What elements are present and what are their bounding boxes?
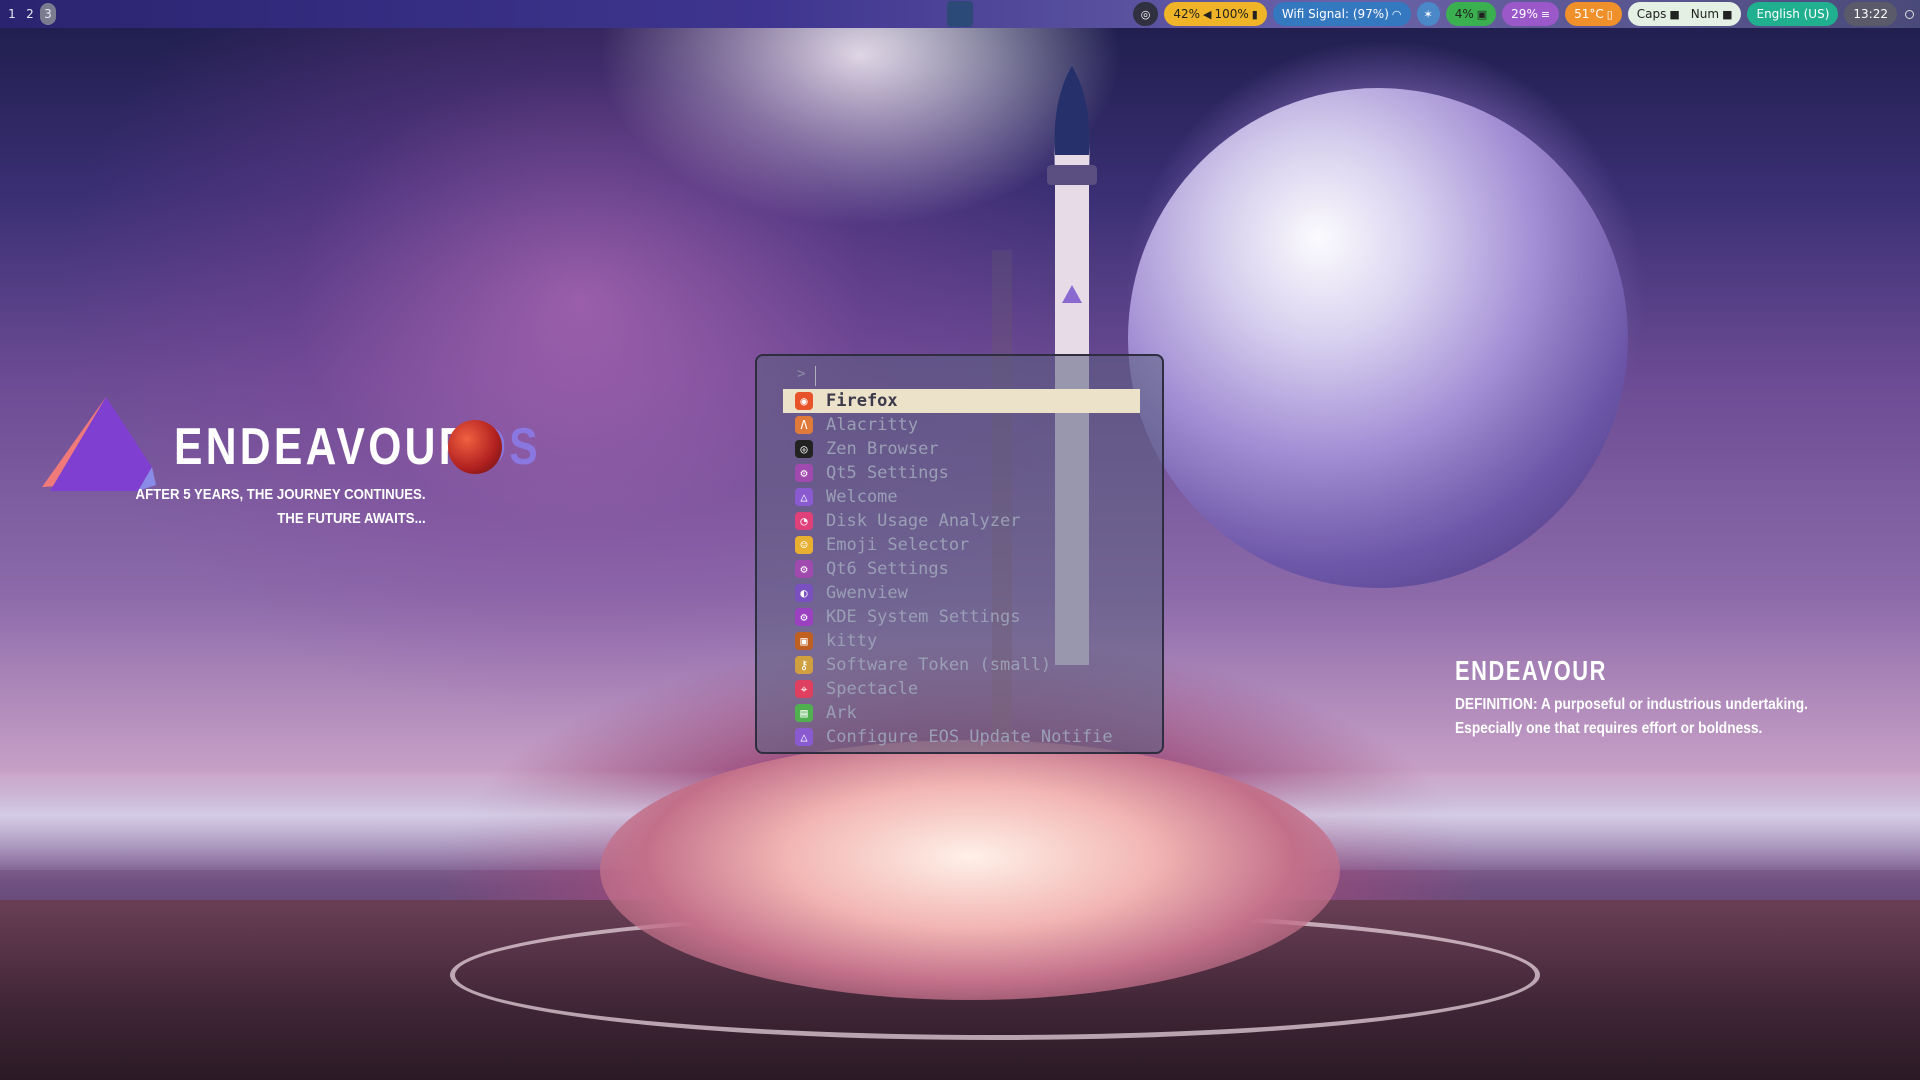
launcher-entry-label: Spectacle (826, 679, 919, 699)
volume-value: 42% (1173, 7, 1200, 21)
key-icon: ⚷ (795, 656, 813, 674)
launcher-entry[interactable]: △ Configure EOS Update Notifie (783, 725, 1140, 749)
temperature-value: 51°C (1574, 7, 1604, 21)
launcher-entry-label: kitty (826, 631, 878, 651)
launcher-entry-label: Software Token (small) (826, 655, 1052, 675)
mic-value: 100% (1214, 7, 1249, 21)
wifi-icon: ◠ (1391, 7, 1402, 21)
endeavouros-logo-icon (42, 397, 156, 491)
launcher-entry[interactable]: △ Welcome (783, 485, 1140, 509)
workspace-2-button[interactable]: 2 (22, 3, 38, 25)
idle-inhibitor-button[interactable]: ◎ (1132, 2, 1159, 26)
launcher-search-input[interactable] (815, 366, 816, 386)
num-label: Num (1690, 7, 1720, 21)
clock-value: 13:22 (1853, 7, 1888, 21)
bluetooth-module[interactable]: ✶ (1416, 2, 1440, 26)
definition-line-2: Especially one that requires effort or b… (1455, 720, 1763, 737)
red-moon (448, 420, 502, 474)
definition-line-1: DEFINITION: A purposeful or industrious … (1455, 696, 1808, 713)
keyboard-state-module[interactable]: Caps ■ Num ■ (1627, 2, 1742, 26)
launcher-entry[interactable]: ☺ Emoji Selector (783, 533, 1140, 557)
endeavouros-icon: △ (795, 728, 813, 746)
language-value: English (US) (1756, 7, 1830, 21)
launcher-entry[interactable]: ⌖ Spectacle (783, 677, 1140, 701)
wifi-value: Wifi Signal: (97%) (1281, 7, 1389, 21)
launcher-entry[interactable]: Λ Alacritty (783, 413, 1140, 437)
launcher-entry-label: Firefox (826, 391, 898, 411)
clock-module[interactable]: 13:22 (1844, 2, 1897, 26)
endeavouros-icon: △ (795, 488, 813, 506)
planet-image (1128, 88, 1628, 588)
zen-browser-icon: ◎ (795, 440, 813, 458)
memory-icon: ≡ (1540, 7, 1551, 21)
launcher-entry-label: Qt6 Settings (826, 559, 949, 579)
launcher-entry[interactable]: ◐ Gwenview (783, 581, 1140, 605)
launcher-entry-label: Disk Usage Analyzer (826, 511, 1021, 531)
qt6-settings-icon: ⚙ (795, 560, 813, 578)
num-lock-icon: ■ (1722, 7, 1733, 21)
workspace-switcher: 1 2 3 (4, 3, 56, 25)
launcher-prompt: > (797, 366, 806, 382)
thermometer-icon: ▯ (1606, 7, 1613, 21)
disk-usage-icon: ◔ (795, 512, 813, 530)
kitty-icon: ▣ (795, 632, 813, 650)
eye-off-icon: ◎ (1140, 7, 1151, 21)
status-modules: ◎ 42% ◀ 100% ▮ Wifi Signal: (97%) ◠ ✶ 4%… (1132, 2, 1914, 26)
firefox-icon: ◉ (795, 392, 813, 410)
qt5-settings-icon: ⚙ (795, 464, 813, 482)
tray-icon[interactable] (1905, 9, 1914, 19)
gwenview-icon: ◐ (795, 584, 813, 602)
memory-value: 29% (1511, 7, 1538, 21)
launcher-entry[interactable]: ◔ Disk Usage Analyzer (783, 509, 1140, 533)
launcher-entry[interactable]: ◎ Zen Browser (783, 437, 1140, 461)
launcher-entry-label: Qt5 Settings (826, 463, 949, 483)
launch-smoke (600, 740, 1340, 1000)
launcher-entry[interactable]: ▤ Ark (783, 701, 1140, 725)
launcher-entry-label: Configure EOS Update Notifie (826, 727, 1113, 747)
launcher-entry[interactable]: ⚙ Qt6 Settings (783, 557, 1140, 581)
launcher-entry[interactable]: ▣ kitty (783, 629, 1140, 653)
definition-title: ENDEAVOUR (1455, 655, 1607, 686)
launcher-entry-label: KDE System Settings (826, 607, 1021, 627)
spectacle-icon: ⌖ (795, 680, 813, 698)
caps-label: Caps (1636, 7, 1667, 21)
alacritty-icon: Λ (795, 416, 813, 434)
cpu-module[interactable]: 4% ▣ (1445, 2, 1497, 26)
bluetooth-icon: ✶ (1423, 7, 1433, 21)
launcher-entry[interactable]: ⚷ Software Token (small) (783, 653, 1140, 677)
audio-module[interactable]: 42% ◀ 100% ▮ (1164, 2, 1267, 26)
launcher-entry[interactable]: ⚙ KDE System Settings (783, 605, 1140, 629)
language-module[interactable]: English (US) (1747, 2, 1839, 26)
caps-lock-icon: ■ (1669, 7, 1680, 21)
launcher-entry-list: ◉ Firefox Λ Alacritty ◎ Zen Browser ⚙ Qt5 Setti… (783, 389, 1140, 749)
top-bar: 1 2 3 ◎ 42% ◀ 100% ▮ Wifi Signal: (97%) … (0, 0, 1920, 28)
emoji-icon: ☺ (795, 536, 813, 554)
microphone-icon: ▮ (1251, 7, 1258, 21)
active-window-indicator[interactable] (947, 1, 973, 27)
cpu-icon: ▣ (1476, 7, 1488, 21)
speaker-icon: ◀ (1202, 7, 1212, 21)
launcher-entry-label: Gwenview (826, 583, 908, 603)
launcher-entry[interactable]: ◉ Firefox (783, 389, 1140, 413)
memory-module[interactable]: 29% ≡ (1502, 2, 1560, 26)
workspace-1-button[interactable]: 1 (4, 3, 20, 25)
workspace-3-button[interactable]: 3 (40, 3, 56, 25)
ark-icon: ▤ (795, 704, 813, 722)
launcher-entry-label: Alacritty (826, 415, 919, 435)
app-launcher: > ◉ Firefox Λ Alacritty ◎ Zen Browser ⚙ Qt5 Set… (755, 354, 1164, 754)
wifi-module[interactable]: Wifi Signal: (97%) ◠ (1272, 2, 1411, 26)
launcher-entry-label: Zen Browser (826, 439, 939, 459)
tagline-line-1: AFTER 5 YEARS, THE JOURNEY CONTINUES. (136, 486, 426, 503)
launcher-entry-label: Emoji Selector (826, 535, 970, 555)
launcher-entry-label: Ark (826, 703, 857, 723)
launcher-entry[interactable]: ⚙ Qt5 Settings (783, 461, 1140, 485)
launcher-entry-label: Welcome (826, 487, 898, 507)
temperature-module[interactable]: 51°C ▯ (1565, 2, 1622, 26)
kde-settings-icon: ⚙ (795, 608, 813, 626)
tagline-line-2: THE FUTURE AWAITS... (277, 510, 426, 527)
cpu-value: 4% (1454, 7, 1474, 21)
